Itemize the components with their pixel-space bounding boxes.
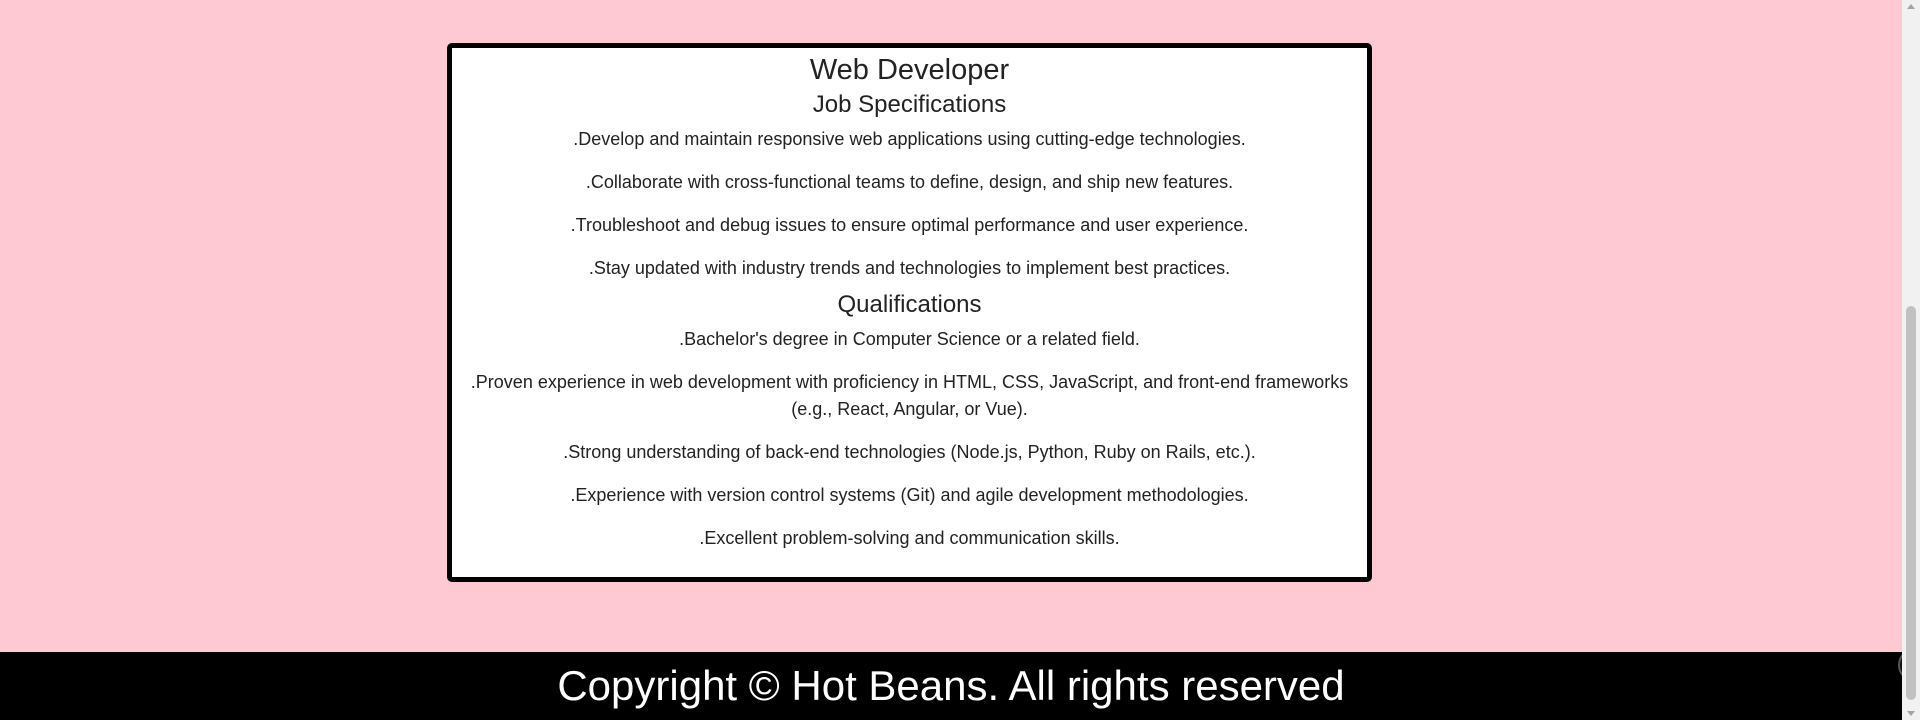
- page: Web Developer Job Specifications .Develo…: [0, 0, 1902, 720]
- vertical-scrollbar[interactable]: [1902, 0, 1920, 720]
- specification-item: .Stay updated with industry trends and t…: [588, 258, 1231, 278]
- copyright-text: Copyright © Hot Beans. All rights reserv…: [557, 662, 1345, 709]
- scrollbar-thumb[interactable]: [1906, 306, 1916, 700]
- scroll-down-icon[interactable]: [1907, 711, 1915, 716]
- qualification-item: .Proven experience in web development wi…: [470, 372, 1349, 419]
- qualification-item: .Strong understanding of back-end techno…: [563, 442, 1256, 462]
- qualification-item: .Experience with version control systems…: [570, 485, 1249, 505]
- qualifications-heading: Qualifications: [837, 291, 982, 318]
- job-card: Web Developer Job Specifications .Develo…: [447, 43, 1372, 582]
- specification-item: .Collaborate with cross-functional teams…: [585, 172, 1234, 192]
- specification-item: .Develop and maintain responsive web app…: [573, 129, 1246, 149]
- footer: Copyright © Hot Beans. All rights reserv…: [0, 652, 1902, 720]
- qualification-item: .Bachelor's degree in Computer Science o…: [679, 329, 1140, 349]
- scroll-up-icon[interactable]: [1907, 4, 1915, 9]
- specification-item: .Troubleshoot and debug issues to ensure…: [570, 215, 1249, 235]
- qualifications-list: .Bachelor's degree in Computer Science o…: [452, 326, 1367, 552]
- qualification-item: .Excellent problem-solving and communica…: [699, 528, 1120, 548]
- specifications-heading: Job Specifications: [812, 91, 1007, 118]
- specifications-list: .Develop and maintain responsive web app…: [452, 126, 1367, 282]
- job-title: Web Developer: [809, 54, 1010, 86]
